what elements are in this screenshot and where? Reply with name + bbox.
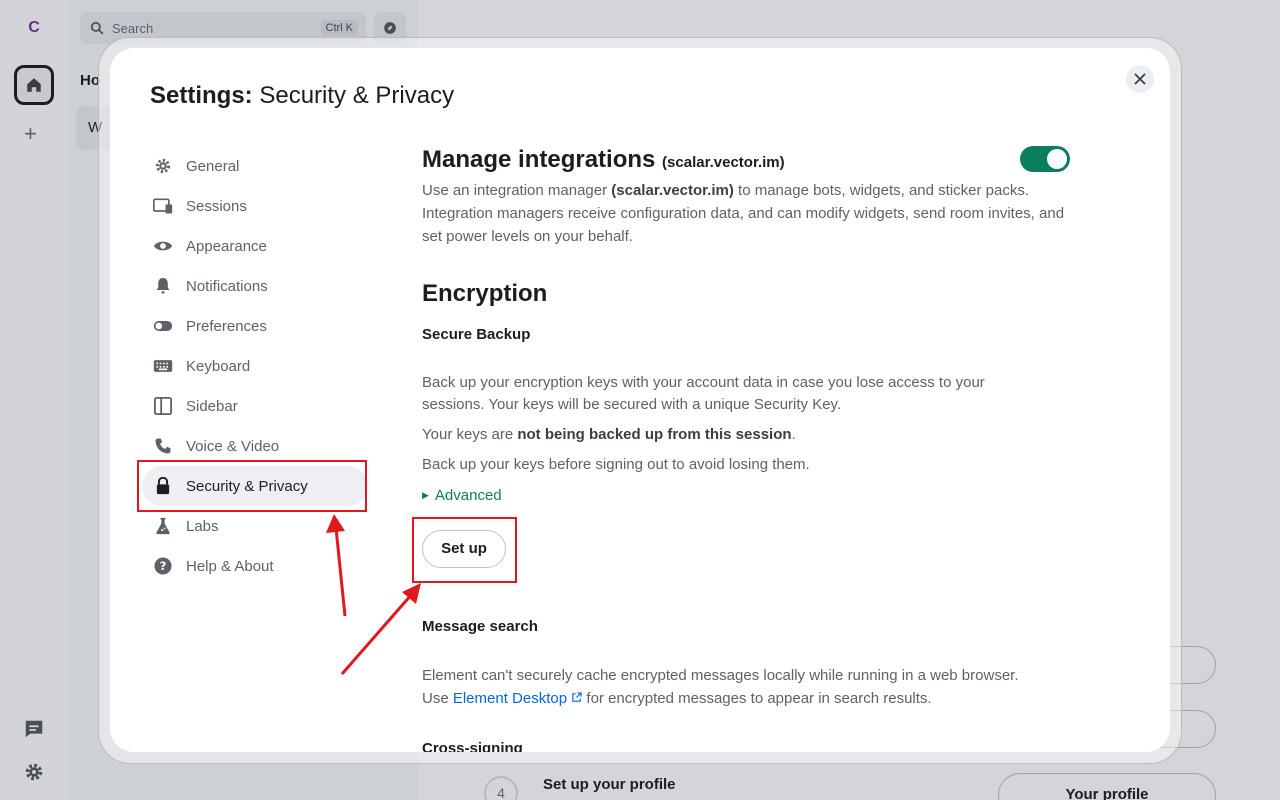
- backup-status: Your keys are not being backed up from t…: [422, 426, 796, 443]
- bell-icon: [152, 275, 174, 297]
- your-profile-button[interactable]: Your profile: [998, 773, 1216, 800]
- eye-icon: [152, 235, 174, 257]
- add-space-icon[interactable]: +: [24, 121, 37, 147]
- backup-status-suffix: .: [791, 426, 796, 443]
- cross-signing-heading: Cross-signing: [422, 740, 523, 752]
- message-search-heading: Message search: [422, 618, 538, 635]
- backup-warning: Back up your keys before signing out to …: [422, 456, 810, 473]
- tab-help-about[interactable]: ? Help & About: [142, 546, 368, 586]
- tab-label: Notifications: [186, 277, 268, 295]
- triangle-right-icon: ▶: [422, 490, 429, 500]
- toggle-icon: [152, 315, 174, 337]
- tab-label: Keyboard: [186, 357, 251, 375]
- close-button[interactable]: [1126, 65, 1154, 93]
- quick-settings-gear-icon[interactable]: [23, 761, 45, 788]
- svg-text:?: ?: [160, 559, 167, 573]
- tab-general[interactable]: General: [142, 146, 368, 186]
- element-desktop-link[interactable]: Element Desktop: [453, 690, 567, 707]
- home-button[interactable]: [14, 65, 54, 105]
- phone-icon: [152, 435, 174, 457]
- message-search-line2: for encrypted messages to appear in sear…: [582, 690, 932, 707]
- tab-label: Appearance: [186, 237, 267, 255]
- integrations-heading-text: Manage integrations: [422, 146, 656, 173]
- integrations-toggle[interactable]: [1020, 146, 1070, 172]
- external-link-icon: [571, 690, 582, 707]
- message-search-line1: Element can't securely cache encrypted m…: [422, 667, 1019, 684]
- tab-label: Help & About: [186, 557, 274, 575]
- integrations-description: Use an integration manager (scalar.vecto…: [422, 179, 1082, 248]
- devices-icon: [152, 195, 174, 217]
- tab-appearance[interactable]: Appearance: [142, 226, 368, 266]
- tab-labs[interactable]: Labs: [142, 506, 368, 546]
- settings-tabs: General Sessions Appearance Notification…: [142, 146, 368, 586]
- flask-icon: [152, 515, 174, 537]
- dialog-title: Settings: Security & Privacy: [150, 82, 454, 110]
- sidebar-icon: [152, 395, 174, 417]
- dialog-title-prefix: Settings:: [150, 82, 253, 109]
- dialog-title-section: Security & Privacy: [259, 82, 455, 109]
- tab-preferences[interactable]: Preferences: [142, 306, 368, 346]
- home-icon: [27, 78, 41, 92]
- settings-dialog: Settings: Security & Privacy General Ses…: [110, 48, 1170, 752]
- tab-keyboard[interactable]: Keyboard: [142, 346, 368, 386]
- secure-backup-description: Back up your encryption keys with your a…: [422, 374, 985, 413]
- tab-label: Sidebar: [186, 397, 238, 415]
- search-shortcut: Ctrl K: [320, 20, 358, 36]
- tab-notifications[interactable]: Notifications: [142, 266, 368, 306]
- integrations-desc-prefix: Use an integration manager: [422, 182, 612, 199]
- backup-status-prefix: Your keys are: [422, 426, 518, 443]
- encryption-heading: Encryption: [422, 280, 548, 307]
- message-search-use: Use: [422, 690, 453, 707]
- close-icon: [1134, 73, 1146, 85]
- integrations-heading: Manage integrations (scalar.vector.im): [422, 146, 785, 174]
- home-heading: Ho: [80, 72, 100, 89]
- compass-icon: [384, 22, 396, 34]
- annotation-highlight-tab: [137, 460, 367, 512]
- annotation-highlight-setup: [412, 517, 517, 583]
- advanced-toggle[interactable]: ▶ Advanced: [422, 487, 502, 504]
- advanced-label: Advanced: [434, 487, 502, 504]
- tab-label: Labs: [186, 517, 219, 535]
- backup-status-bold: not being backed up from this session: [517, 426, 792, 443]
- tab-sessions[interactable]: Sessions: [142, 186, 368, 226]
- integrations-server: (scalar.vector.im): [662, 154, 785, 171]
- tab-label: Sessions: [186, 197, 247, 215]
- tab-label: General: [186, 157, 240, 175]
- message-search-description: Element can't securely cache encrypted m…: [422, 664, 1082, 710]
- integrations-desc-server: (scalar.vector.im): [611, 182, 734, 199]
- space-avatar[interactable]: C: [23, 17, 45, 39]
- threads-icon[interactable]: [23, 718, 45, 745]
- search-icon: [90, 21, 104, 35]
- space-panel: C +: [0, 0, 68, 800]
- step-number: 4: [484, 776, 518, 800]
- keyboard-icon: [152, 355, 174, 377]
- tab-label: Preferences: [186, 317, 267, 335]
- tab-label: Voice & Video: [186, 437, 280, 455]
- gear-icon: [152, 155, 174, 177]
- step-title: Set up your profile: [543, 776, 676, 793]
- tab-sidebar[interactable]: Sidebar: [142, 386, 368, 426]
- help-icon: ?: [152, 555, 174, 577]
- secure-backup-heading: Secure Backup: [422, 326, 531, 343]
- search-placeholder: Search: [112, 20, 154, 36]
